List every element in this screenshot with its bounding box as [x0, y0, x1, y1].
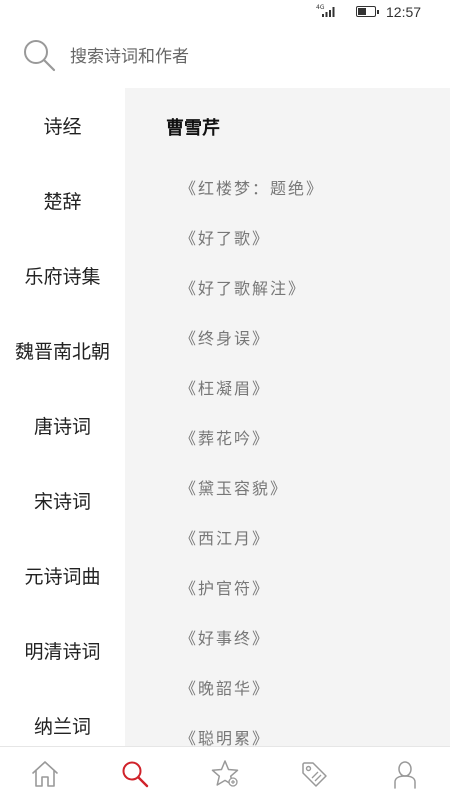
nav-home[interactable]	[0, 747, 90, 800]
sidebar-item-weijin[interactable]: 魏晋南北朝	[0, 313, 125, 388]
tag-icon	[302, 761, 327, 787]
poem-item[interactable]: 《护官符》	[180, 575, 324, 625]
category-sidebar: 诗经 楚辞 乐府诗集 魏晋南北朝 唐诗词 宋诗词 元诗词曲 明清诗词 纳兰词	[0, 88, 125, 746]
nav-search[interactable]	[90, 747, 180, 800]
sidebar-item-yuefu[interactable]: 乐府诗集	[0, 238, 125, 313]
nav-profile[interactable]	[360, 747, 450, 800]
poem-item[interactable]: 《好了歌解注》	[180, 275, 324, 325]
poem-item[interactable]: 《好事终》	[180, 625, 324, 675]
poem-item[interactable]: 《终身误》	[180, 325, 324, 375]
author-name: 曹雪芹	[166, 118, 220, 139]
search-input[interactable]	[70, 42, 430, 72]
status-bar: 4G 12:57	[0, 0, 450, 24]
poem-item[interactable]: 《好了歌》	[180, 225, 324, 275]
sidebar-item-song[interactable]: 宋诗词	[0, 463, 125, 538]
poem-list: 《红楼梦：题绝》 《好了歌》 《好了歌解注》 《终身误》 《枉凝眉》 《葬花吟》…	[180, 175, 324, 746]
battery-icon	[356, 6, 379, 17]
battery-level	[358, 8, 367, 15]
search-icon	[122, 761, 149, 787]
poem-item[interactable]: 《枉凝眉》	[180, 375, 324, 425]
clock: 12:57	[386, 4, 422, 20]
sidebar-item-tang[interactable]: 唐诗词	[0, 388, 125, 463]
poem-panel: 曹雪芹 《红楼梦：题绝》 《好了歌》 《好了歌解注》 《终身误》 《枉凝眉》 《…	[125, 88, 450, 746]
poem-item[interactable]: 《晚韶华》	[180, 675, 324, 725]
search-bar	[0, 24, 450, 88]
search-icon[interactable]	[22, 38, 56, 72]
sidebar-item-mingqing[interactable]: 明清诗词	[0, 613, 125, 688]
poem-item[interactable]: 《聪明累》	[180, 725, 324, 746]
poem-item[interactable]: 《黛玉容貌》	[180, 475, 324, 525]
poem-item[interactable]: 《葬花吟》	[180, 425, 324, 475]
signal-icon: 4G	[316, 4, 338, 18]
sidebar-item-yuan[interactable]: 元诗词曲	[0, 538, 125, 613]
poem-item[interactable]: 《红楼梦：题绝》	[180, 175, 324, 225]
bottom-nav	[0, 746, 450, 800]
nav-tags[interactable]	[270, 747, 360, 800]
sidebar-item-shijing[interactable]: 诗经	[0, 88, 125, 163]
sidebar-item-nalan[interactable]: 纳兰词	[0, 688, 125, 746]
home-icon	[32, 760, 58, 787]
star-icon	[211, 759, 239, 787]
sidebar-item-chuci[interactable]: 楚辞	[0, 163, 125, 238]
poem-item[interactable]: 《西江月》	[180, 525, 324, 575]
user-icon	[394, 760, 416, 789]
nav-favorites[interactable]	[180, 747, 270, 800]
